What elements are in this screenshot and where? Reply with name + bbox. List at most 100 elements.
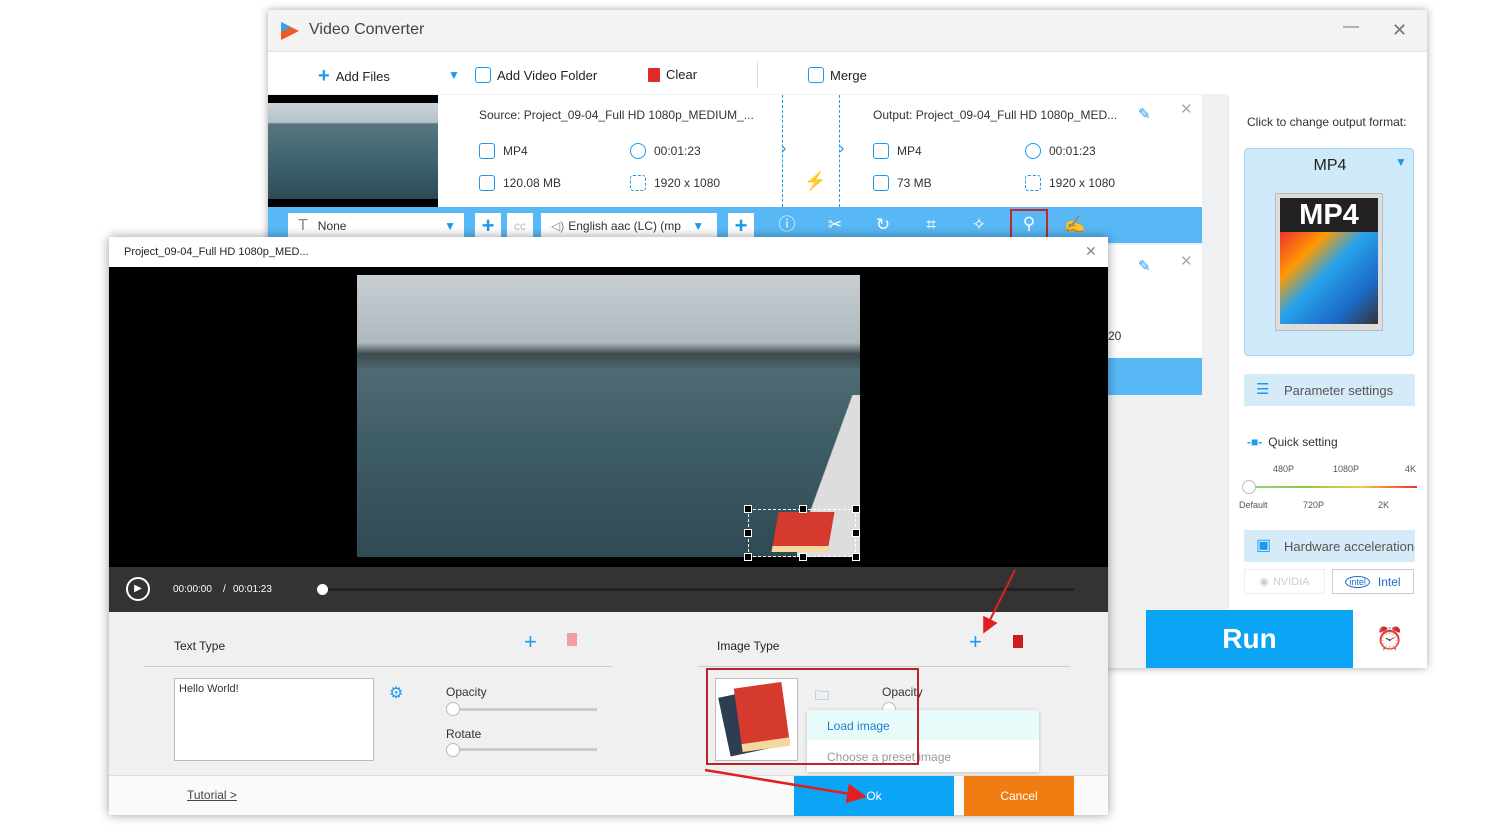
resize-handle[interactable] xyxy=(744,505,752,513)
subtitle-edit-icon[interactable]: ✍ xyxy=(1064,214,1086,236)
tick-2k: 2K xyxy=(1378,500,1390,510)
lightning-icon[interactable]: ⚡ xyxy=(804,171,826,192)
scissors-icon[interactable]: ✂ xyxy=(824,214,846,236)
tick-default: Default xyxy=(1239,500,1268,510)
chevron-down-icon: ▼ xyxy=(1395,155,1407,169)
merge-button[interactable]: Merge xyxy=(808,67,867,83)
text-icon: T xyxy=(298,217,308,234)
add-subtitle-button[interactable]: + xyxy=(475,213,501,239)
dialog-title: Project_09-04_Full HD 1080p_MED... xyxy=(124,246,309,258)
resize-handle[interactable] xyxy=(852,529,860,537)
quality-track[interactable] xyxy=(1249,486,1417,488)
intel-label: Intel xyxy=(1377,574,1401,589)
chevron-down-icon: ▼ xyxy=(692,219,705,233)
rotate-icon[interactable]: ↻ xyxy=(872,214,894,236)
play-button[interactable]: ▶ xyxy=(126,577,150,601)
resize-handle[interactable] xyxy=(852,553,860,561)
edit-pencil-icon[interactable]: ✎ xyxy=(1138,105,1151,123)
app-title: Video Converter xyxy=(309,21,425,38)
subtitle-select[interactable]: T None ▼ xyxy=(288,213,464,239)
delete-image-icon[interactable] xyxy=(1013,635,1023,648)
watermark-overlay[interactable] xyxy=(744,505,860,561)
source-resolution-value: 1920 x 1080 xyxy=(654,176,721,190)
tutorial-link[interactable]: Tutorial > xyxy=(187,788,237,802)
video-thumbnail[interactable] xyxy=(268,95,438,207)
minimize-button[interactable]: — xyxy=(1343,18,1359,36)
output-format-selector[interactable]: MP4 ▼ MP4 xyxy=(1244,148,1414,356)
rotate-label: Rotate xyxy=(446,727,482,741)
add-video-folder-button[interactable]: Add Video Folder xyxy=(475,67,597,83)
clear-button[interactable]: Clear xyxy=(648,67,697,82)
book-image xyxy=(771,512,835,552)
nvidia-option[interactable]: ◉ NVIDIA xyxy=(1244,569,1325,594)
output-format: MP4 xyxy=(873,143,922,159)
effects-wand-icon[interactable]: ✧ xyxy=(968,214,990,236)
dialog-close-button[interactable]: ✕ xyxy=(1085,243,1097,260)
slider-icon: -■- xyxy=(1247,435,1263,449)
watermark-stamp-icon[interactable]: ⚲ xyxy=(1010,209,1048,239)
chevron-right-icon: › xyxy=(839,140,845,157)
remove-file-icon[interactable]: ✕ xyxy=(1180,100,1193,118)
clear-label: Clear xyxy=(666,67,698,82)
clock-icon xyxy=(1025,143,1041,159)
add-files-label: Add Files xyxy=(335,69,390,84)
seek-bar[interactable] xyxy=(322,588,1074,591)
quick-setting-label-row: -■- Quick setting xyxy=(1247,435,1338,449)
tick-480p: 480P xyxy=(1273,464,1295,474)
opacity-knob[interactable] xyxy=(446,702,460,716)
quality-slider[interactable]: 480P 1080P 4K Default 720P 2K xyxy=(1239,464,1419,514)
resize-handle[interactable] xyxy=(799,553,807,561)
delete-text-icon[interactable] xyxy=(567,633,577,646)
file-icon xyxy=(479,175,495,191)
mp4-format-icon: MP4 xyxy=(1275,193,1383,331)
watermark-text-input[interactable]: Hello World! xyxy=(174,678,374,761)
resize-handle[interactable] xyxy=(799,505,807,513)
cancel-button[interactable]: Cancel xyxy=(964,776,1074,816)
add-text-button[interactable]: + xyxy=(524,629,537,655)
dialog-title-bar: Project_09-04_Full HD 1080p_MED... ✕ xyxy=(109,237,1108,267)
intel-logo-icon: intel xyxy=(1345,575,1370,588)
rotate-knob[interactable] xyxy=(446,743,460,757)
nvidia-eye-icon: ◉ xyxy=(1259,576,1269,588)
audio-track-select[interactable]: ◁) English aac (LC) (mp ▼ xyxy=(541,213,717,239)
quality-knob[interactable] xyxy=(1242,480,1256,494)
trash-icon xyxy=(648,67,660,82)
speaker-icon: ◁) xyxy=(551,219,565,233)
opacity-slider[interactable] xyxy=(449,708,597,711)
source-duration-value: 00:01:23 xyxy=(654,144,701,158)
folder-icon xyxy=(475,67,491,83)
annotation-highlight-box xyxy=(706,668,919,765)
divider xyxy=(144,666,612,667)
alarm-clock-icon[interactable]: ⏰ xyxy=(1353,610,1427,668)
text-settings-gear-icon[interactable]: ⚙ xyxy=(389,683,403,703)
info-icon[interactable]: ⓘ xyxy=(776,214,798,236)
add-image-button[interactable]: + xyxy=(969,629,982,655)
hardware-acceleration-button[interactable]: ▣ Hardware acceleration xyxy=(1244,530,1415,562)
resize-handle[interactable] xyxy=(852,505,860,513)
sliders-icon: ☰ xyxy=(1256,381,1270,398)
close-button[interactable]: ✕ xyxy=(1392,20,1407,41)
app-logo-icon xyxy=(281,22,299,40)
video-preview xyxy=(109,267,1108,567)
run-button[interactable]: Run xyxy=(1146,610,1353,668)
ok-button[interactable]: Ok xyxy=(794,776,954,816)
output-format-value: MP4 xyxy=(897,144,922,158)
crop-icon[interactable]: ⌗ xyxy=(920,214,942,236)
cc-icon[interactable]: cc xyxy=(507,213,533,239)
output-resolution-value: 1920 x 1080 xyxy=(1049,176,1116,190)
add-audio-button[interactable]: + xyxy=(728,213,754,239)
seek-knob[interactable] xyxy=(317,584,328,595)
edit-pencil-icon[interactable]: ✎ xyxy=(1138,257,1151,275)
intel-option[interactable]: intel Intel xyxy=(1332,569,1414,594)
parameter-settings-button[interactable]: ☰ Parameter settings xyxy=(1244,374,1415,406)
source-size-value: 120.08 MB xyxy=(503,176,562,190)
file-item[interactable]: Source: Project_09-04_Full HD 1080p_MEDI… xyxy=(268,95,1202,207)
remove-file-icon[interactable]: ✕ xyxy=(1180,252,1193,270)
rotate-slider[interactable] xyxy=(449,748,597,751)
hardware-acceleration-label: Hardware acceleration xyxy=(1284,538,1415,554)
resize-handle[interactable] xyxy=(744,553,752,561)
add-files-button[interactable]: + Add Files xyxy=(318,65,390,88)
add-dropdown-chevron-icon[interactable]: ▼ xyxy=(448,68,460,82)
audio-value: English aac (LC) (mp xyxy=(568,219,681,233)
resize-handle[interactable] xyxy=(744,529,752,537)
